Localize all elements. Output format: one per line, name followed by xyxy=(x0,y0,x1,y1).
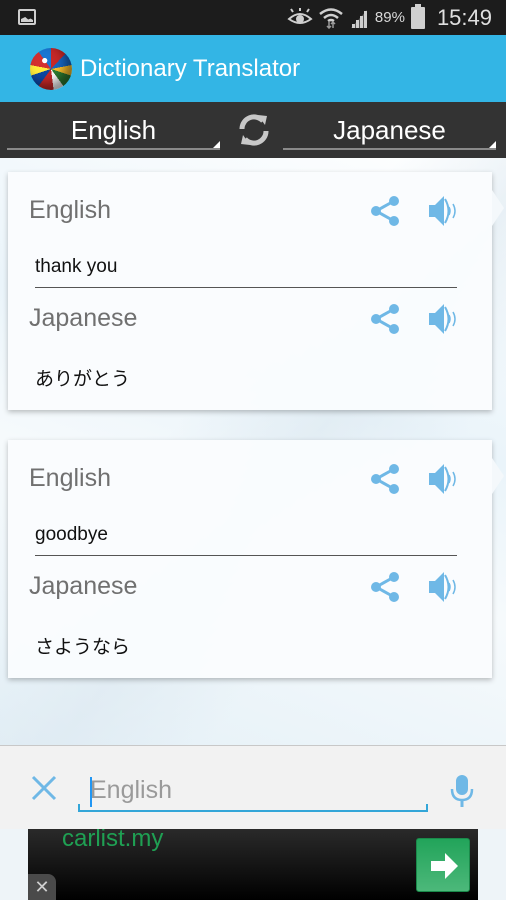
source-text[interactable]: goodbye xyxy=(35,524,108,546)
ad-text[interactable]: carlist.my xyxy=(62,829,163,853)
translation-card[interactable]: English thank you Japanese ありがとう xyxy=(8,172,504,410)
input-bar xyxy=(0,745,506,829)
dropdown-corner-icon xyxy=(213,141,220,148)
card-pointer xyxy=(492,458,504,494)
input-underline-edge xyxy=(78,804,80,812)
wifi-icon xyxy=(319,7,343,29)
speaker-icon[interactable] xyxy=(426,462,460,496)
source-language-label: English xyxy=(29,196,111,224)
ad-close-button[interactable]: ✕ xyxy=(28,874,56,900)
clock: 15:49 xyxy=(436,4,492,30)
target-actions xyxy=(368,570,460,604)
microphone-icon[interactable] xyxy=(450,774,474,808)
target-text[interactable]: ありがとう xyxy=(35,364,130,391)
swap-languages-icon[interactable] xyxy=(236,112,272,148)
translate-input[interactable] xyxy=(78,770,428,812)
input-underline-edge xyxy=(426,804,428,812)
ad-banner[interactable]: carlist.my ✕ xyxy=(28,829,478,900)
gallery-notification-icon xyxy=(18,9,36,25)
target-actions xyxy=(368,302,460,336)
translation-history: English thank you Japanese ありがとう English… xyxy=(0,158,506,745)
source-actions xyxy=(368,194,460,228)
translation-card[interactable]: English goodbye Japanese さようなら xyxy=(8,440,504,678)
battery-percent: 89% xyxy=(374,9,405,26)
share-icon[interactable] xyxy=(368,194,402,228)
source-text[interactable]: thank you xyxy=(35,256,117,278)
eye-icon xyxy=(287,7,313,24)
close-icon[interactable] xyxy=(30,774,58,802)
source-actions xyxy=(368,462,460,496)
battery-icon xyxy=(410,3,425,29)
share-icon[interactable] xyxy=(368,462,402,496)
dropdown-corner-icon xyxy=(489,141,496,148)
arrow-right-icon xyxy=(431,853,458,879)
status-bar: 89% 15:49 xyxy=(0,0,506,35)
signal-icon xyxy=(350,9,367,28)
target-language-label: Japanese xyxy=(333,115,446,145)
target-language-label: Japanese xyxy=(29,572,138,600)
app-bar: Dictionary Translator xyxy=(0,35,506,102)
source-language-label: English xyxy=(29,464,111,492)
status-indicators: 89% 15:49 xyxy=(287,0,492,35)
share-icon[interactable] xyxy=(368,302,402,336)
speaker-icon[interactable] xyxy=(426,302,460,336)
target-text[interactable]: さようなら xyxy=(35,632,130,659)
ad-go-button[interactable] xyxy=(416,838,470,892)
text-cursor xyxy=(90,777,92,807)
app-title: Dictionary Translator xyxy=(80,54,301,82)
card-pointer xyxy=(492,190,504,226)
app-logo-globe-icon[interactable] xyxy=(30,47,72,90)
card-divider xyxy=(35,287,457,288)
source-language-label: English xyxy=(70,115,157,145)
share-icon[interactable] xyxy=(368,570,402,604)
speaker-icon[interactable] xyxy=(426,194,460,228)
card-divider xyxy=(35,555,457,556)
target-language-spinner[interactable]: Japanese xyxy=(283,110,496,150)
target-language-label: Japanese xyxy=(29,304,138,332)
speaker-icon[interactable] xyxy=(426,570,460,604)
source-language-spinner[interactable]: English xyxy=(7,110,220,150)
